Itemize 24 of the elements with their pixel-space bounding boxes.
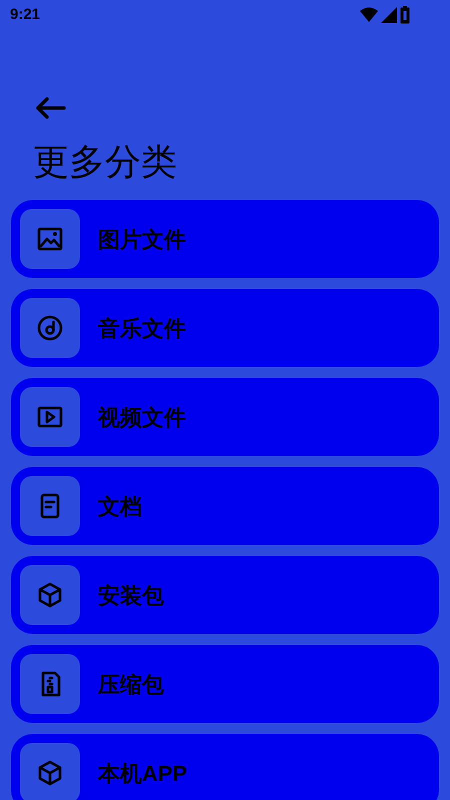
category-item[interactable]: 图片文件 — [11, 200, 439, 278]
category-item[interactable]: 安装包 — [11, 556, 439, 634]
category-label: 图片文件 — [98, 226, 186, 254]
category-item[interactable]: 本机APP — [11, 734, 439, 800]
category-label: 视频文件 — [98, 404, 186, 432]
back-icon[interactable] — [34, 96, 66, 120]
category-label: 压缩包 — [98, 670, 164, 698]
cube-icon — [36, 759, 64, 787]
category-item[interactable]: 视频文件 — [11, 378, 439, 456]
category-item[interactable]: 文档 — [11, 467, 439, 545]
category-label: 文档 — [98, 492, 142, 520]
battery-icon — [400, 6, 410, 24]
image-icon — [36, 225, 64, 253]
page-title: 更多分类 — [32, 140, 178, 184]
cube-icon — [36, 581, 64, 609]
signal-icon — [381, 7, 397, 23]
category-item[interactable]: 音乐文件 — [11, 289, 439, 367]
category-label: 安装包 — [98, 582, 164, 610]
wifi-icon — [360, 7, 378, 23]
category-label: 音乐文件 — [98, 314, 186, 342]
disc-icon — [36, 314, 64, 342]
category-label: 本机APP — [98, 760, 188, 788]
category-item[interactable]: 压缩包 — [11, 645, 439, 723]
status-time: 9:21 — [10, 4, 40, 25]
